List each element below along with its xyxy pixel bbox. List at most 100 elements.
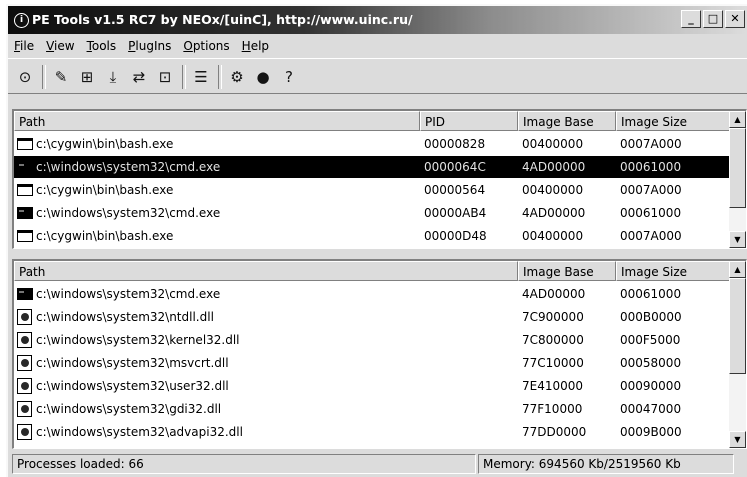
options-icon[interactable]: ⚙	[226, 66, 248, 88]
process-list[interactable]: Path PID Image Base Image Size c:\cygwin…	[12, 109, 747, 249]
cell-pid: 00000564	[424, 183, 486, 197]
table-row[interactable]: c:\cygwin\bin\bash.exe 00000828 00400000 00…	[14, 133, 730, 155]
title-bar[interactable]: i PE Tools v1.5 RC7 by NEOx/[uinC], http…	[8, 6, 747, 34]
cmd-console-icon	[17, 207, 33, 219]
column-image-size[interactable]: Image Size	[616, 261, 730, 281]
table-row[interactable]: c:\cygwin\bin\bash.exe 00000D48 00400000 00…	[14, 225, 730, 247]
toolbar-separator	[42, 65, 46, 89]
column-path[interactable]: Path	[14, 261, 518, 281]
console-window-icon	[17, 138, 33, 150]
menu-options[interactable]: Options	[177, 39, 235, 53]
cell-pid: 00000AB4	[424, 206, 487, 220]
scroll-up-button[interactable]: ▲	[729, 111, 746, 128]
dll-file-icon	[17, 401, 32, 417]
table-row[interactable]: c:\windows\system32\kernel32.dll 7C800000…	[14, 329, 730, 351]
status-bar: Processes loaded: 66 Memory: 694560 Kb/2…	[12, 454, 747, 474]
toolbar-separator	[182, 65, 186, 89]
dump-full-icon[interactable]: ⤓	[102, 66, 124, 88]
cell-size: 00047000	[620, 402, 682, 416]
globe-icon[interactable]: ●	[252, 66, 274, 88]
cell-path: c:\cygwin\bin\bash.exe	[36, 137, 174, 151]
maximize-button[interactable]: □	[703, 10, 723, 28]
menu-help[interactable]: Help	[236, 39, 275, 53]
app-info-icon[interactable]: i	[14, 13, 29, 28]
cell-base: 00400000	[522, 137, 584, 151]
dump-partial-icon[interactable]: ⇄	[128, 66, 150, 88]
cell-size: 00061000	[620, 287, 682, 301]
cmd-console-icon	[17, 288, 33, 300]
cell-base: 7E410000	[522, 379, 584, 393]
menu-tools[interactable]: Tools	[81, 39, 123, 53]
table-row[interactable]: c:\windows\system32\cmd.exe 0000064C 4AD00…	[14, 156, 730, 178]
menu-plugins[interactable]: PlugIns	[122, 39, 177, 53]
column-pid[interactable]: PID	[420, 111, 518, 131]
close-button[interactable]: ✕	[725, 10, 745, 28]
cell-path: c:\windows\system32\advapi32.dll	[36, 425, 243, 439]
menu-view[interactable]: View	[40, 39, 80, 53]
cell-pid: 00000D48	[424, 229, 487, 243]
cell-path: c:\windows\system32\msvcrt.dll	[36, 356, 229, 370]
processes-loaded-status: Processes loaded: 66	[12, 454, 476, 474]
cell-path: c:\windows\system32\gdi32.dll	[36, 402, 222, 416]
break-icon[interactable]: ⊞	[76, 66, 98, 88]
cell-size: 00090000	[620, 379, 682, 393]
table-row[interactable]: c:\windows\system32\ntdll.dll 7C900000 000…	[14, 306, 730, 328]
module-list-header: Path Image Base Image Size	[14, 261, 730, 281]
module-list[interactable]: Path Image Base Image Size c:\windows\sy…	[12, 259, 747, 449]
cell-base: 7C800000	[522, 333, 584, 347]
cmd-console-icon	[17, 161, 33, 173]
menu-bar: File View Tools PlugIns Options Help	[8, 35, 275, 57]
pe-tools-window: i PE Tools v1.5 RC7 by NEOx/[uinC], http…	[6, 4, 747, 477]
help-icon[interactable]: ?	[278, 66, 300, 88]
cell-path: c:\windows\system32\ntdll.dll	[36, 310, 214, 324]
column-image-size[interactable]: Image Size	[616, 111, 730, 131]
process-list-scrollbar[interactable]: ▲ ▼	[729, 111, 746, 248]
cell-path: c:\windows\system32\cmd.exe	[36, 287, 221, 301]
cell-size: 000B0000	[620, 310, 682, 324]
cell-path: c:\cygwin\bin\bash.exe	[36, 229, 174, 243]
cell-base: 77F10000	[522, 402, 583, 416]
table-row[interactable]: c:\windows\system32\advapi32.dll 77DD0000…	[14, 421, 730, 443]
scroll-thumb[interactable]	[729, 128, 746, 208]
dll-file-icon	[17, 332, 32, 348]
module-list-scrollbar[interactable]: ▲ ▼	[729, 261, 746, 448]
column-image-base[interactable]: Image Base	[518, 111, 616, 131]
scroll-down-button[interactable]: ▼	[729, 431, 746, 448]
table-row[interactable]: c:\windows\system32\cmd.exe 00000AB4 4AD00…	[14, 202, 730, 224]
cell-base: 7C900000	[522, 310, 584, 324]
table-row[interactable]: c:\windows\system32\msvcrt.dll 77C10000 00…	[14, 352, 730, 374]
column-path[interactable]: Path	[14, 111, 420, 131]
table-row[interactable]: c:\cygwin\bin\bash.exe 00000564 00400000 00…	[14, 179, 730, 201]
window-title: PE Tools v1.5 RC7 by NEOx/[uinC], http:/…	[32, 12, 413, 27]
refresh-icon[interactable]: ⊙	[14, 66, 36, 88]
menu-file[interactable]: File	[8, 39, 40, 53]
cell-size: 00061000	[620, 160, 682, 174]
scroll-thumb[interactable]	[729, 278, 746, 374]
scroll-down-button[interactable]: ▼	[729, 231, 746, 248]
cell-base: 00400000	[522, 183, 584, 197]
table-row[interactable]: c:\windows\system32\gdi32.dll 77F10000 000…	[14, 398, 730, 420]
dll-file-icon	[17, 424, 32, 440]
cell-path: c:\windows\system32\cmd.exe	[36, 160, 221, 174]
minimize-button[interactable]: _	[681, 10, 701, 28]
cell-path: c:\windows\system32\user32.dll	[36, 379, 229, 393]
cell-size: 00061000	[620, 206, 682, 220]
cell-size: 0007A000	[620, 183, 682, 197]
scroll-up-button[interactable]: ▲	[729, 261, 746, 278]
table-row[interactable]: c:\windows\system32\cmd.exe 4AD00000 00061…	[14, 283, 730, 305]
dll-file-icon	[17, 309, 32, 325]
dump-region-icon[interactable]: ⊡	[154, 66, 176, 88]
table-row[interactable]: c:\windows\system32\user32.dll 7E410000 00…	[14, 375, 730, 397]
column-image-base[interactable]: Image Base	[518, 261, 616, 281]
cell-base: 4AD00000	[522, 160, 586, 174]
process-list-header: Path PID Image Base Image Size	[14, 111, 730, 131]
edit-icon[interactable]: ✎	[50, 66, 72, 88]
list-icon[interactable]: ☰	[190, 66, 212, 88]
cell-path: c:\windows\system32\cmd.exe	[36, 206, 221, 220]
dll-file-icon	[17, 378, 32, 394]
cell-size: 00058000	[620, 356, 682, 370]
cell-pid: 0000064C	[424, 160, 486, 174]
cell-path: c:\cygwin\bin\bash.exe	[36, 183, 174, 197]
toolbar-separator	[218, 65, 222, 89]
console-window-icon	[17, 184, 33, 196]
